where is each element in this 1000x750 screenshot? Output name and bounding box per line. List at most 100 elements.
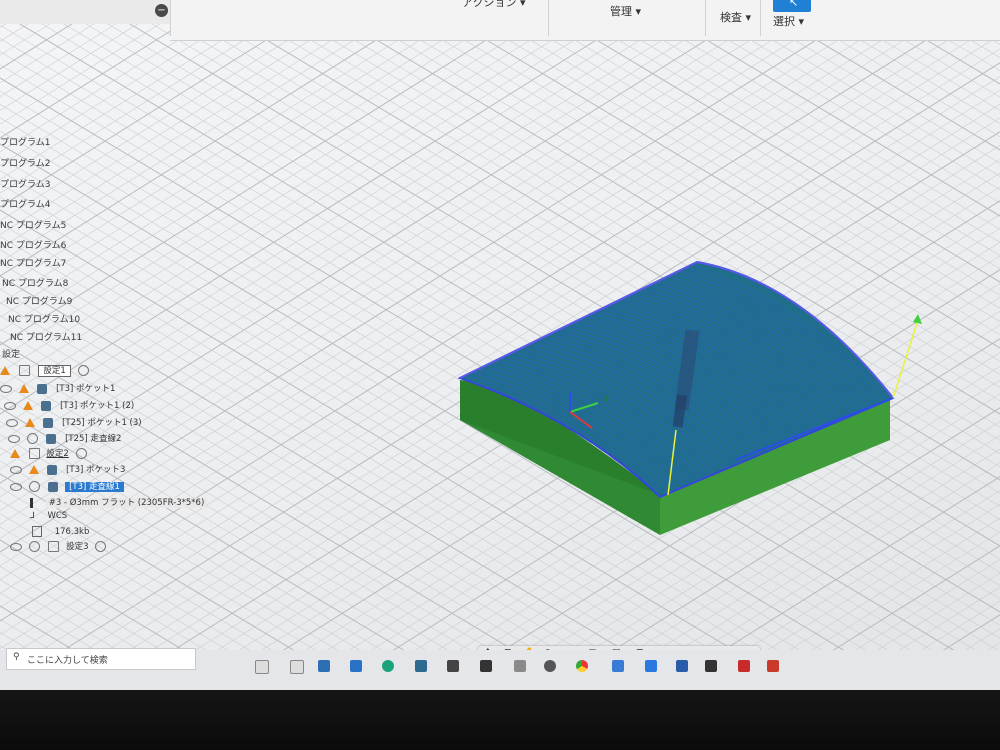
setup1-row[interactable]: 設定1 — [0, 364, 89, 380]
setup3-label: 設定3 — [66, 542, 89, 552]
check-icon — [28, 481, 40, 492]
edge-browser-icon[interactable] — [382, 660, 394, 672]
axis-y-label: Y — [603, 394, 609, 403]
operation-label: [T3] ポケット1 (2) — [60, 401, 135, 411]
pocket-op-icon — [41, 400, 52, 411]
radio-icon[interactable] — [95, 541, 107, 552]
pocket-op-icon — [47, 464, 58, 475]
visibility-eye-icon[interactable] — [6, 418, 18, 427]
tree-program-3[interactable]: プログラム3 — [0, 177, 50, 190]
operation-label: [T3] ポケット3 — [66, 465, 126, 475]
arrow-cursor-icon: ↖ — [789, 0, 799, 9]
manage-menu[interactable]: 管理 ▾ — [610, 3, 641, 19]
warning-icon — [0, 366, 10, 375]
tool-icon — [30, 497, 33, 508]
operation-row[interactable]: [T25] 走査線2 — [8, 432, 121, 448]
fusion-icon[interactable] — [514, 660, 526, 672]
app-icon[interactable] — [544, 660, 556, 672]
tree-program-9[interactable]: NC プログラム9 — [6, 294, 72, 307]
edge-icon[interactable] — [290, 660, 304, 674]
setup1-label: 設定1 — [38, 365, 71, 377]
search-placeholder: ここに入力して検索 — [27, 656, 108, 666]
setup2-label: 設定2 — [46, 449, 69, 459]
store-icon[interactable] — [318, 660, 330, 672]
check-icon — [26, 433, 38, 444]
tree-program-5[interactable]: NC プログラム5 — [0, 218, 66, 231]
panel-header: − — [0, 0, 175, 24]
operation-row[interactable]: [T3] ポケット3 — [10, 463, 125, 479]
file-icon — [32, 526, 42, 537]
explorer-icon[interactable] — [415, 660, 427, 672]
check-icon — [28, 541, 40, 552]
monitor-bezel — [0, 690, 1000, 750]
setup2-row[interactable]: 設定2 — [10, 447, 87, 463]
scallop-op-icon — [46, 433, 57, 444]
select-button[interactable]: ↖ — [773, 0, 811, 12]
ribbon-toolbar: アクション ▾ 管理 ▾ 検査 ▾ ↖ 選択 ▾ — [170, 0, 1000, 41]
operation-row-selected[interactable]: [T3] 走査線1 — [10, 480, 124, 496]
setup3-row[interactable]: 設定3 — [10, 540, 107, 556]
select-menu[interactable]: 選択 ▾ — [773, 13, 804, 29]
word-icon[interactable] — [676, 660, 688, 672]
dropbox-icon[interactable] — [645, 660, 657, 672]
inspect-menu[interactable]: 検査 ▾ — [720, 9, 751, 25]
game-icon[interactable] — [480, 660, 492, 672]
acrobat-icon[interactable] — [738, 660, 750, 672]
collapse-icon[interactable]: − — [155, 4, 168, 17]
folder-icon — [18, 365, 30, 376]
tree-program-11[interactable]: NC プログラム11 — [10, 330, 82, 343]
wcs-axis-icon: ⅃ — [30, 511, 35, 521]
visibility-eye-icon[interactable] — [10, 465, 22, 474]
operation-label: [T3] 走査線1 — [65, 482, 124, 492]
tool-info-label: #3 - Ø3mm フラット (2305FR-3*5*6) — [45, 498, 208, 508]
folder-icon — [48, 541, 60, 552]
app2-icon[interactable] — [705, 660, 717, 672]
pocket-op-icon — [43, 417, 54, 428]
tree-program-2[interactable]: プログラム2 — [0, 156, 50, 169]
pdf-icon[interactable] — [767, 660, 779, 672]
photos-icon[interactable] — [612, 660, 624, 672]
tool-axis-line — [892, 319, 919, 399]
operation-label: [T25] ポケット1 (3) — [62, 418, 142, 428]
search-icon: ⚲ — [13, 652, 20, 662]
outlook-icon[interactable] — [350, 660, 362, 672]
warning-icon — [22, 401, 33, 410]
task-view-icon[interactable] — [255, 660, 269, 674]
tree-program-4[interactable]: プログラム4 — [0, 197, 50, 210]
warning-icon — [28, 465, 39, 474]
active-radio-icon[interactable] — [77, 365, 89, 376]
size-label: 176.3kb — [54, 527, 90, 537]
cad-window: Y − アクション ▾ 管理 ▾ 検査 ▾ ↖ 選択 ▾ プログラム1 プログラ… — [0, 0, 1000, 690]
tree-settings-label[interactable]: 設定 — [2, 347, 20, 360]
operation-row[interactable]: [T3] ポケット1 — [0, 382, 115, 398]
visibility-eye-icon[interactable] — [10, 482, 22, 491]
model-viewport[interactable]: Y — [0, 0, 1000, 690]
folder-icon — [28, 448, 40, 459]
visibility-eye-icon[interactable] — [0, 384, 12, 393]
inventor-icon[interactable] — [447, 660, 459, 672]
operation-row[interactable]: [T3] ポケット1 (2) — [4, 399, 134, 415]
visibility-eye-icon[interactable] — [4, 401, 16, 410]
actions-menu[interactable]: アクション ▾ — [462, 0, 525, 10]
warning-icon — [18, 384, 29, 393]
wcs-row[interactable]: ⅃ WCS — [30, 511, 67, 527]
operation-label: [T25] 走査線2 — [65, 434, 122, 444]
visibility-eye-icon[interactable] — [10, 542, 22, 551]
scallop-op-icon — [48, 481, 59, 492]
tree-program-7[interactable]: NC プログラム7 — [0, 256, 66, 269]
visibility-eye-icon[interactable] — [8, 434, 20, 443]
tree-program-8[interactable]: NC プログラム8 — [2, 276, 68, 289]
tree-program-1[interactable]: プログラム1 — [0, 135, 50, 148]
operation-label: [T3] ポケット1 — [56, 384, 116, 394]
tree-program-10[interactable]: NC プログラム10 — [8, 312, 80, 325]
chrome-icon[interactable] — [576, 660, 588, 672]
operation-row[interactable]: [T25] ポケット1 (3) — [6, 416, 142, 432]
pocket-op-icon — [37, 383, 48, 394]
wcs-label: WCS — [47, 511, 68, 521]
radio-icon[interactable] — [75, 448, 87, 459]
tool-info-row[interactable]: #3 - Ø3mm フラット (2305FR-3*5*6) — [30, 496, 208, 512]
warning-icon — [24, 418, 35, 427]
tree-program-6[interactable]: NC プログラム6 — [0, 238, 66, 251]
taskbar-search[interactable]: ⚲ ここに入力して検索 — [6, 648, 196, 670]
warning-icon — [10, 449, 20, 458]
